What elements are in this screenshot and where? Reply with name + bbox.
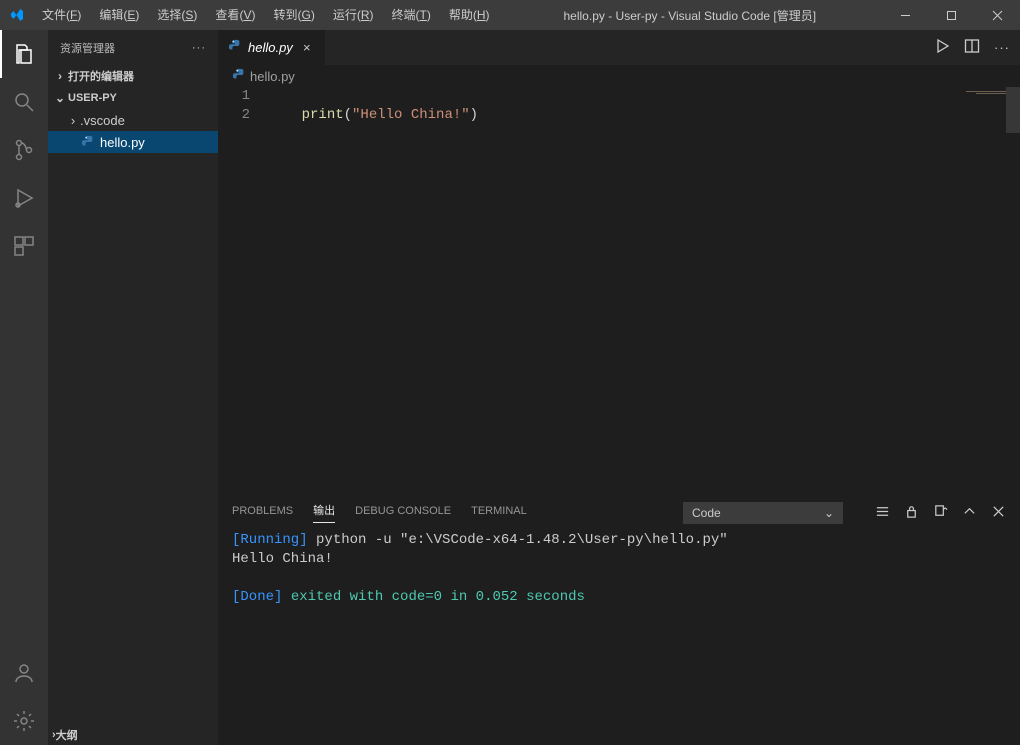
activity-search-icon[interactable]	[0, 78, 48, 126]
chevron-down-icon: ⌄	[52, 91, 68, 105]
activity-extensions-icon[interactable]	[0, 222, 48, 270]
output-channel-select[interactable]: Code ⌄	[683, 502, 843, 524]
activity-settings-icon[interactable]	[0, 697, 48, 745]
breadcrumb-label: hello.py	[250, 69, 295, 84]
output-stdout: Hello China!	[232, 551, 333, 567]
lock-scroll-icon[interactable]	[904, 504, 919, 522]
chevron-right-icon: ›	[66, 113, 80, 128]
split-editor-icon[interactable]	[964, 38, 980, 57]
line-number: 2	[218, 106, 250, 125]
output-running-cmd: python -u "e:\VSCode-x64-1.48.2\User-py\…	[308, 532, 728, 548]
menu-go[interactable]: 转到(G)	[265, 0, 322, 30]
menu-terminal[interactable]: 终端(T)	[384, 0, 439, 30]
python-file-icon	[228, 39, 242, 56]
select-value: Code	[692, 506, 721, 520]
python-file-icon	[80, 134, 96, 150]
explorer-sidebar: 资源管理器 ··· › 打开的编辑器 ⌄ USER-PY › .vscode h…	[48, 30, 218, 745]
workspace-section[interactable]: ⌄ USER-PY	[48, 87, 218, 109]
python-file-icon	[232, 68, 246, 85]
activity-source-control-icon[interactable]	[0, 126, 48, 174]
panel-tab-debug-console[interactable]: DEBUG CONSOLE	[355, 505, 451, 521]
chevron-right-icon: ›	[52, 69, 68, 83]
open-editors-section[interactable]: › 打开的编辑器	[48, 65, 218, 87]
output-exit-code: code=0	[392, 589, 442, 605]
run-file-icon[interactable]	[934, 38, 950, 57]
code-editor[interactable]: 1 2 print("Hello China!")	[218, 87, 1020, 495]
code-lines[interactable]: print("Hello China!")	[268, 87, 1020, 495]
tree-folder-vscode[interactable]: › .vscode	[48, 109, 218, 131]
activity-accounts-icon[interactable]	[0, 649, 48, 697]
tree-file-hello-py[interactable]: hello.py	[48, 131, 218, 153]
panel-tab-bar: PROBLEMS 输出 DEBUG CONSOLE TERMINAL Code …	[218, 496, 1020, 529]
menu-bar: 文件(F) 编辑(E) 选择(S) 查看(V) 转到(G) 运行(R) 终端(T…	[34, 0, 498, 30]
editor-tab-bar: hello.py × ···	[218, 30, 1020, 65]
panel-tab-terminal[interactable]: TERMINAL	[471, 505, 527, 521]
activity-explorer-icon[interactable]	[0, 30, 48, 78]
menu-selection[interactable]: 选择(S)	[149, 0, 205, 30]
chevron-down-icon: ⌄	[824, 506, 834, 520]
line-number: 1	[218, 87, 250, 106]
more-actions-icon[interactable]: ···	[994, 40, 1010, 55]
scrollbar-thumb[interactable]	[1006, 87, 1020, 133]
file-tree: › .vscode hello.py	[48, 109, 218, 153]
line-number-gutter: 1 2	[218, 87, 268, 495]
bottom-panel: PROBLEMS 输出 DEBUG CONSOLE TERMINAL Code …	[218, 495, 1020, 745]
output-time: 0.052	[476, 589, 518, 605]
window-controls	[882, 0, 1020, 30]
window-close-button[interactable]	[974, 0, 1020, 30]
output-text: exited with	[282, 589, 391, 605]
output-text: in	[442, 589, 476, 605]
panel-tab-output[interactable]: 输出	[313, 502, 335, 523]
menu-help[interactable]: 帮助(H)	[441, 0, 498, 30]
sidebar-more-icon[interactable]: ···	[192, 42, 206, 54]
window-maximize-button[interactable]	[928, 0, 974, 30]
minimap[interactable]	[946, 91, 1006, 97]
output-panel-body[interactable]: [Running] python -u "e:\VSCode-x64-1.48.…	[218, 529, 1020, 745]
output-text: seconds	[518, 589, 585, 605]
editor-actions: ···	[924, 30, 1020, 65]
menu-edit[interactable]: 编辑(E)	[91, 0, 147, 30]
output-done-tag: [Done]	[232, 589, 282, 605]
breadcrumb[interactable]: hello.py	[218, 65, 1020, 87]
window-minimize-button[interactable]	[882, 0, 928, 30]
tab-close-icon[interactable]: ×	[299, 40, 315, 55]
tree-item-label: hello.py	[100, 135, 145, 150]
activity-run-debug-icon[interactable]	[0, 174, 48, 222]
menu-view[interactable]: 查看(V)	[207, 0, 263, 30]
word-wrap-icon[interactable]	[875, 504, 890, 522]
activity-bar	[0, 30, 48, 745]
clear-output-icon[interactable]	[933, 504, 948, 522]
menu-file[interactable]: 文件(F)	[34, 0, 89, 30]
panel-close-icon[interactable]	[991, 504, 1006, 522]
panel-collapse-icon[interactable]	[962, 504, 977, 522]
editor-scrollbar[interactable]	[1006, 87, 1020, 495]
panel-tab-problems[interactable]: PROBLEMS	[232, 505, 293, 521]
editor-tab-hello-py[interactable]: hello.py ×	[218, 30, 326, 65]
vscode-app-icon	[0, 7, 34, 23]
tab-label: hello.py	[248, 40, 293, 55]
sidebar-title: 资源管理器	[60, 40, 115, 56]
outline-section[interactable]: › 大纲	[48, 723, 218, 745]
tree-item-label: .vscode	[80, 113, 125, 128]
title-bar: 文件(F) 编辑(E) 选择(S) 查看(V) 转到(G) 运行(R) 终端(T…	[0, 0, 1020, 30]
window-title: hello.py - User-py - Visual Studio Code …	[498, 7, 882, 24]
menu-run[interactable]: 运行(R)	[325, 0, 382, 30]
output-running-tag: [Running]	[232, 532, 308, 548]
